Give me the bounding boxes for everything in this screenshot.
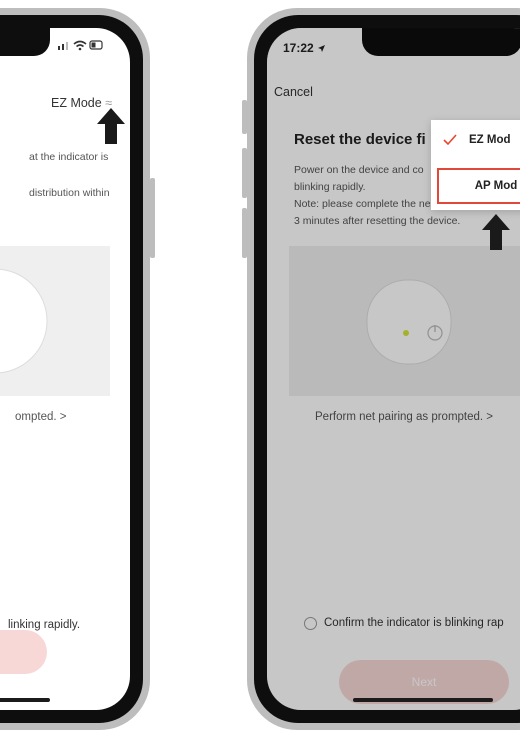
home-indicator <box>353 698 493 702</box>
next-button[interactable] <box>0 630 47 674</box>
right-phone-frame: 17:22 Cancel E Reset the device fi Power… <box>242 8 520 730</box>
prompt-link[interactable]: ompted. > <box>15 409 66 425</box>
left-phone-screen: EZ Mode ≈ at the indicator is distributi… <box>0 28 130 710</box>
right-phone-screen: 17:22 Cancel E Reset the device fi Power… <box>267 28 520 710</box>
volume-up-button <box>242 148 247 198</box>
power-button <box>150 178 155 258</box>
tutorial-scene: EZ Mode ≈ at the indicator is distributi… <box>0 0 520 742</box>
menu-item-ez-label: EZ Mod <box>469 134 511 146</box>
volume-down-button <box>242 208 247 258</box>
up-arrow-icon <box>482 214 510 250</box>
desc-line-2: distribution within <box>29 187 110 199</box>
left-phone-frame: EZ Mode ≈ at the indicator is distributi… <box>0 8 155 730</box>
menu-item-ap-label: AP Mod <box>474 180 518 192</box>
desc-line-1: at the indicator is <box>29 151 109 163</box>
menu-item-ap[interactable]: AP Mod <box>437 168 520 204</box>
battery-icon <box>89 40 103 50</box>
wifi-icon <box>73 40 87 51</box>
status-icons <box>58 40 103 51</box>
mute-switch <box>242 100 247 134</box>
ez-mode-label[interactable]: EZ Mode <box>51 96 102 110</box>
mode-dropdown: EZ Mod AP Mod <box>431 120 520 210</box>
up-arrow-icon <box>97 108 125 144</box>
menu-item-ez[interactable]: EZ Mod <box>431 120 520 160</box>
signal-icon <box>58 42 68 50</box>
home-indicator <box>0 698 50 702</box>
device-illustration <box>0 246 110 396</box>
left-notch <box>0 28 50 56</box>
check-icon <box>443 134 457 146</box>
